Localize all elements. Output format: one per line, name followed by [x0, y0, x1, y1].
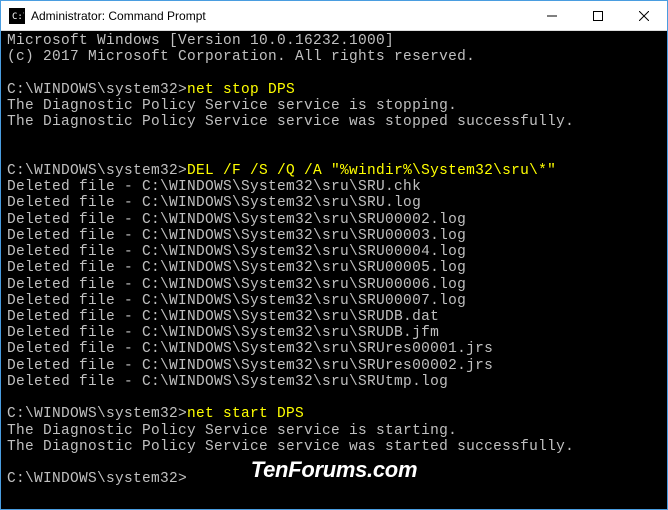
cursor: [187, 471, 196, 487]
titlebar[interactable]: C:\ Administrator: Command Prompt: [1, 1, 667, 31]
output-line: Deleted file - C:\WINDOWS\System32\sru\S…: [7, 374, 661, 390]
command-line: C:\WINDOWS\system32>DEL /F /S /Q /A "%wi…: [7, 163, 661, 179]
command-text: net stop DPS: [187, 82, 295, 98]
svg-text:C:\: C:\: [12, 12, 24, 22]
window-title: Administrator: Command Prompt: [31, 9, 529, 23]
output-line: The Diagnostic Policy Service service is…: [7, 98, 661, 114]
blank-line: [7, 130, 661, 146]
output-line: Deleted file - C:\WINDOWS\System32\sru\S…: [7, 358, 661, 374]
minimize-button[interactable]: [529, 1, 575, 30]
prompt: C:\WINDOWS\system32>: [7, 163, 187, 179]
blank-line: [7, 147, 661, 163]
prompt-line: C:\WINDOWS\system32>: [7, 471, 661, 487]
output-line: Deleted file - C:\WINDOWS\System32\sru\S…: [7, 309, 661, 325]
prompt: C:\WINDOWS\system32>: [7, 82, 187, 98]
output-line: The Diagnostic Policy Service service wa…: [7, 114, 661, 130]
output-line: Deleted file - C:\WINDOWS\System32\sru\S…: [7, 179, 661, 195]
output-line: Deleted file - C:\WINDOWS\System32\sru\S…: [7, 341, 661, 357]
output-line: Deleted file - C:\WINDOWS\System32\sru\S…: [7, 212, 661, 228]
header-line: (c) 2017 Microsoft Corporation. All righ…: [7, 49, 661, 65]
command-line: C:\WINDOWS\system32>net start DPS: [7, 406, 661, 422]
command-line: C:\WINDOWS\system32>net stop DPS: [7, 82, 661, 98]
blank-line: [7, 390, 661, 406]
output-line: Deleted file - C:\WINDOWS\System32\sru\S…: [7, 260, 661, 276]
output-line: Deleted file - C:\WINDOWS\System32\sru\S…: [7, 244, 661, 260]
command-text: net start DPS: [187, 406, 304, 422]
output-line: Deleted file - C:\WINDOWS\System32\sru\S…: [7, 325, 661, 341]
output-line: Deleted file - C:\WINDOWS\System32\sru\S…: [7, 228, 661, 244]
output-line: The Diagnostic Policy Service service wa…: [7, 439, 661, 455]
close-button[interactable]: [621, 1, 667, 30]
maximize-button[interactable]: [575, 1, 621, 30]
command-prompt-window: C:\ Administrator: Command Prompt Micros…: [0, 0, 668, 510]
app-icon: C:\: [9, 8, 25, 24]
blank-line: [7, 65, 661, 81]
prompt: C:\WINDOWS\system32>: [7, 471, 187, 487]
prompt: C:\WINDOWS\system32>: [7, 406, 187, 422]
output-line: Deleted file - C:\WINDOWS\System32\sru\S…: [7, 293, 661, 309]
output-line: Deleted file - C:\WINDOWS\System32\sru\S…: [7, 277, 661, 293]
header-line: Microsoft Windows [Version 10.0.16232.10…: [7, 33, 661, 49]
output-line: Deleted file - C:\WINDOWS\System32\sru\S…: [7, 195, 661, 211]
blank-line: [7, 455, 661, 471]
window-controls: [529, 1, 667, 30]
terminal-output[interactable]: Microsoft Windows [Version 10.0.16232.10…: [1, 31, 667, 509]
output-line: The Diagnostic Policy Service service is…: [7, 423, 661, 439]
command-text: DEL /F /S /Q /A "%windir%\System32\sru\*…: [187, 163, 556, 179]
